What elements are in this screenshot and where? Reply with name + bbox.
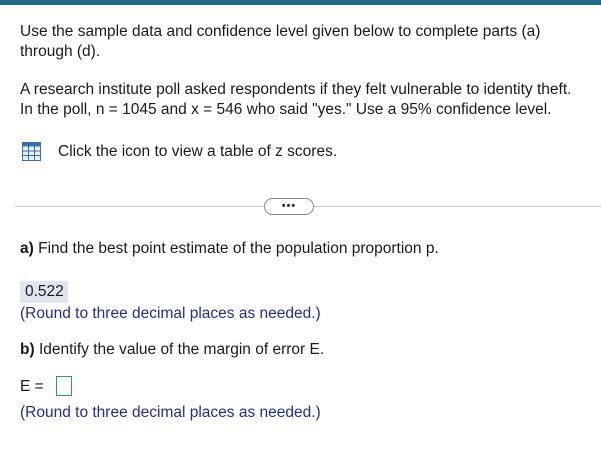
part-a-hint: (Round to three decimal places as needed… — [20, 305, 321, 322]
question-content: Use the sample data and confidence level… — [20, 22, 601, 161]
instructions-line-1: Use the sample data and confidence level… — [20, 23, 541, 40]
margin-of-error-label: E = — [20, 378, 44, 395]
instructions-line-2: through (d). — [20, 43, 101, 60]
part-a-text: Find the best point estimate of the popu… — [33, 240, 439, 257]
problem-statement: A research institute poll asked responde… — [20, 80, 571, 120]
problem-line-2: In the poll, n = 1045 and x = 546 who sa… — [20, 101, 552, 118]
part-a-question: a) Find the best point estimate of the p… — [20, 240, 439, 258]
part-b-hint: (Round to three decimal places as needed… — [20, 404, 321, 421]
part-a-answer: 0.522 — [20, 281, 68, 303]
instructions: Use the sample data and confidence level… — [20, 22, 601, 62]
table-grid-icon[interactable] — [22, 142, 41, 161]
part-a-label: a) — [20, 240, 34, 257]
part-b-question: b) Identify the value of the margin of e… — [20, 341, 324, 359]
z-table-link[interactable]: Click the icon to view a table of z scor… — [22, 142, 337, 161]
top-accent-bar — [0, 0, 601, 5]
part-b-text: Identify the value of the margin of erro… — [34, 341, 325, 358]
margin-of-error-input[interactable] — [56, 376, 72, 396]
problem-line-1: A research institute poll asked responde… — [20, 81, 572, 98]
part-b-label: b) — [20, 341, 35, 358]
expand-more-button[interactable]: ••• — [264, 198, 314, 215]
z-table-link-text[interactable]: Click the icon to view a table of z scor… — [58, 143, 337, 161]
